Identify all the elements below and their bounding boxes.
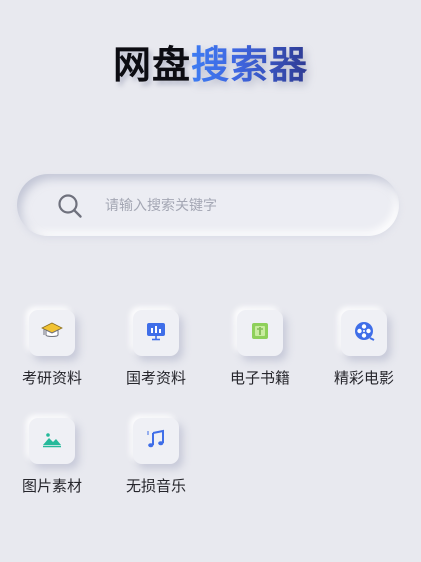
- category-label: 电子书籍: [229, 369, 290, 387]
- graduation-cap-icon: [41, 320, 63, 346]
- title-part-2: 搜索器: [191, 43, 309, 87]
- category-tile[interactable]: [133, 310, 179, 356]
- category-label: 国考资料: [125, 369, 186, 387]
- category-tile[interactable]: [341, 310, 387, 356]
- category-label: 无损音乐: [125, 477, 186, 495]
- category-tile[interactable]: [29, 418, 75, 464]
- search-icon[interactable]: [57, 193, 83, 219]
- category-label: 精彩电影: [333, 369, 394, 387]
- category-kaoyan[interactable]: 考研资料: [0, 310, 104, 388]
- search-input-placeholder[interactable]: 请输入搜索关键字: [105, 196, 217, 216]
- category-music[interactable]: 无损音乐: [104, 418, 208, 496]
- landscape-image-icon: [41, 428, 63, 454]
- category-ebooks[interactable]: 电子书籍: [208, 310, 312, 388]
- music-note-icon: [145, 428, 167, 454]
- page-title: 网盘搜索器: [0, 38, 421, 92]
- category-tile[interactable]: [29, 310, 75, 356]
- category-images[interactable]: 图片素材: [0, 418, 104, 496]
- presentation-chart-icon: [145, 320, 167, 346]
- search-bar[interactable]: 请输入搜索关键字: [17, 174, 399, 236]
- film-reel-icon: [353, 320, 375, 346]
- ebook-icon: [249, 320, 271, 346]
- category-tile[interactable]: [237, 310, 283, 356]
- title-part-1: 网盘: [112, 43, 191, 87]
- category-label: 考研资料: [21, 369, 82, 387]
- category-guokao[interactable]: 国考资料: [104, 310, 208, 388]
- category-movies[interactable]: 精彩电影: [312, 310, 416, 388]
- category-label: 图片素材: [21, 477, 82, 495]
- category-tile[interactable]: [133, 418, 179, 464]
